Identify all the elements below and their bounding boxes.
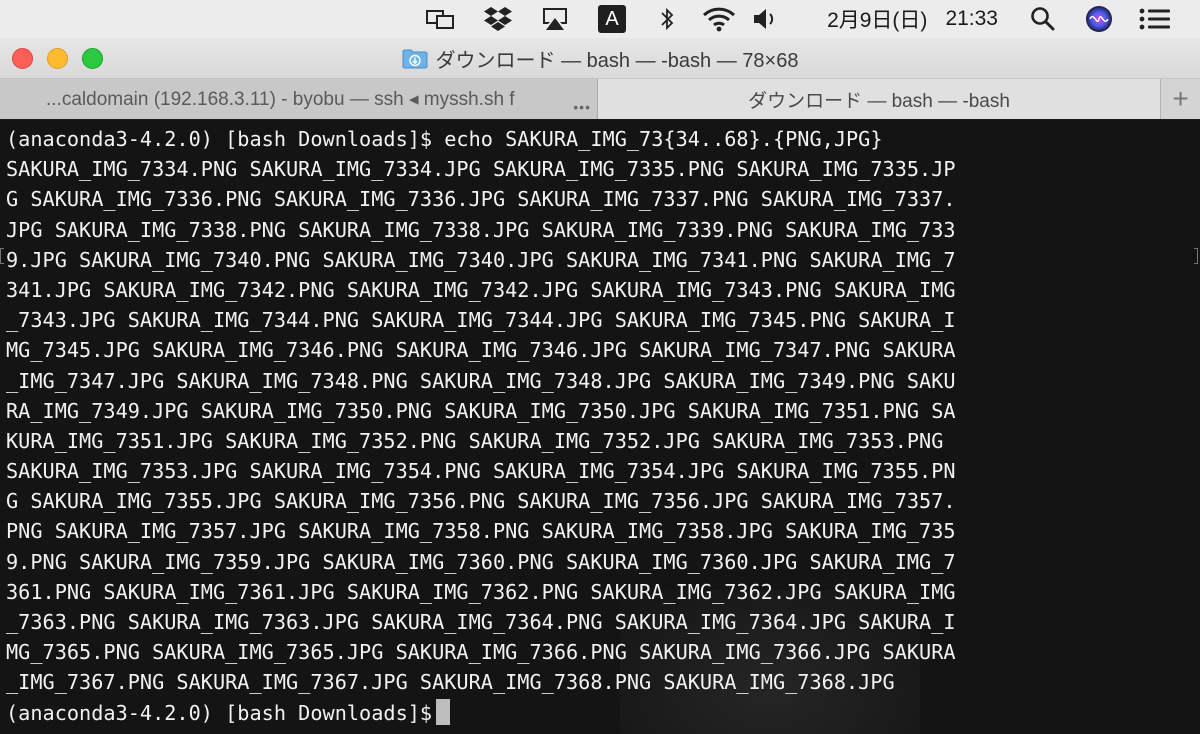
terminal-line: SAKURA_IMG_7334.PNG SAKURA_IMG_7334.JPG … <box>6 157 956 182</box>
volume-icon[interactable] <box>751 0 779 38</box>
terminal-line: MG_7345.JPG SAKURA_IMG_7346.PNG SAKURA_I… <box>6 338 956 363</box>
terminal-view[interactable]: (anaconda3-4.2.0) [bash Downloads]$ echo… <box>0 120 1200 734</box>
screen-mirroring-icon[interactable] <box>421 0 459 38</box>
terminal-line: RA_IMG_7349.JPG SAKURA_IMG_7350.PNG SAKU… <box>6 398 956 423</box>
terminal-cursor <box>436 698 451 725</box>
terminal-line: 9.JPG SAKURA_IMG_7340.PNG SAKURA_IMG_734… <box>6 247 956 272</box>
new-tab-button[interactable]: + <box>1160 79 1200 119</box>
terminal-line: _7343.JPG SAKURA_IMG_7344.PNG SAKURA_IMG… <box>6 308 956 333</box>
terminal-line: G SAKURA_IMG_7355.JPG SAKURA_IMG_7356.PN… <box>6 489 956 514</box>
terminal-line: _7363.PNG SAKURA_IMG_7363.JPG SAKURA_IMG… <box>6 610 956 634</box>
tab-downloads-bash[interactable]: ダウンロード — bash — -bash <box>598 79 1160 119</box>
menubar-clock[interactable]: 2月9日(日) 21:33 <box>827 4 998 34</box>
tab-bar: ...caldomain (192.168.3.11) - byobu — ss… <box>0 79 1200 119</box>
terminal-line: G SAKURA_IMG_7336.PNG SAKURA_IMG_7336.JP… <box>6 187 956 212</box>
tab-label: ...caldomain (192.168.3.11) - byobu — ss… <box>46 88 515 110</box>
terminal-line: KURA_IMG_7351.JPG SAKURA_IMG_7352.PNG SA… <box>6 428 944 453</box>
terminal-line: 341.JPG SAKURA_IMG_7342.PNG SAKURA_IMG_7… <box>6 277 956 302</box>
wifi-icon[interactable] <box>701 0 737 38</box>
tab-label: ダウンロード — bash — -bash <box>748 90 1010 112</box>
input-method-letter: A <box>598 5 627 33</box>
terminal-line: PNG SAKURA_IMG_7357.JPG SAKURA_IMG_7358.… <box>6 519 956 544</box>
downloads-folder-icon <box>402 49 428 68</box>
terminal-line: (anaconda3-4.2.0) [bash Downloads]$ echo… <box>6 127 883 151</box>
terminal-line: JPG SAKURA_IMG_7338.PNG SAKURA_IMG_7338.… <box>6 217 956 242</box>
bluetooth-icon[interactable] <box>655 0 679 38</box>
terminal-prompt-line[interactable]: (anaconda3-4.2.0) [bash Downloads]$ <box>6 698 1196 728</box>
airplay-icon[interactable] <box>537 0 573 38</box>
window-title-text: ダウンロード — bash — -bash — 78×68 <box>435 50 799 72</box>
window-title-bar[interactable]: ダウンロード — bash — -bash — 78×68 <box>0 38 1200 79</box>
tab-ssh-byobu[interactable]: ...caldomain (192.168.3.11) - byobu — ss… <box>0 79 598 119</box>
marked-line-bracket-left <box>0 248 4 264</box>
dropbox-icon[interactable] <box>481 0 515 38</box>
spotlight-icon[interactable] <box>1028 0 1058 38</box>
tab-overflow-indicator: ••• <box>573 99 591 115</box>
terminal-line: 9.PNG SAKURA_IMG_7359.JPG SAKURA_IMG_736… <box>6 549 956 574</box>
terminal-line: MG_7365.PNG SAKURA_IMG_7365.JPG SAKURA_I… <box>6 640 956 665</box>
notification-center-icon[interactable] <box>1138 0 1172 38</box>
terminal-output: (anaconda3-4.2.0) [bash Downloads]$ echo… <box>6 124 1196 728</box>
input-method-icon[interactable]: A <box>595 0 629 38</box>
terminal-prompt: (anaconda3-4.2.0) [bash Downloads]$ <box>6 700 433 725</box>
terminal-line: SAKURA_IMG_7353.JPG SAKURA_IMG_7354.PNG … <box>6 459 956 484</box>
menubar-date: 2月9日(日) <box>827 9 928 32</box>
siri-icon[interactable] <box>1084 0 1114 38</box>
terminal-line: _IMG_7367.PNG SAKURA_IMG_7367.JPG SAKURA… <box>6 670 895 695</box>
menu-bar: A 2月9日(日) 21:33 <box>0 0 1200 38</box>
terminal-line: _IMG_7347.JPG SAKURA_IMG_7348.PNG SAKURA… <box>6 368 956 393</box>
menubar-time: 21:33 <box>945 7 998 30</box>
terminal-line: 361.PNG SAKURA_IMG_7361.JPG SAKURA_IMG_7… <box>6 579 956 604</box>
window-title: ダウンロード — bash — -bash — 78×68 <box>0 38 1200 79</box>
